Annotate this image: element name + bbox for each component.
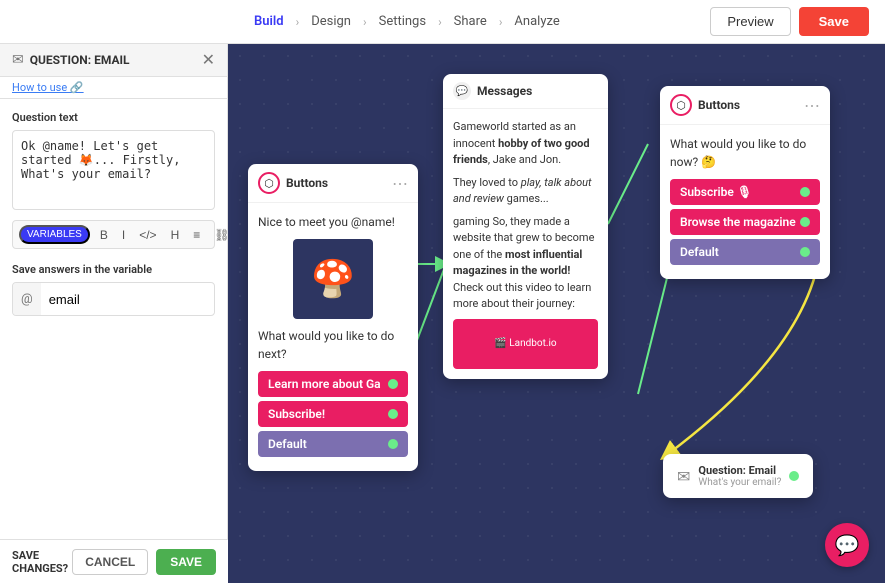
save-nav-button[interactable]: Save (799, 7, 869, 36)
buttons-card-2-btn-1[interactable]: Subscribe 🎙 (670, 179, 820, 205)
buttons-card-2-btn-3-dot (800, 247, 810, 257)
buttons-card-1-btn-3-dot (388, 439, 398, 449)
nav-step-share[interactable]: Share (446, 10, 495, 33)
question-textarea[interactable]: Ok @name! Let's get started 🦊... Firstly… (12, 130, 215, 210)
buttons-card-1-btn-2-label: Subscribe! (268, 407, 325, 421)
buttons-card-1-header-left: ⬡ Buttons (258, 172, 328, 194)
question-email-card-subtitle: What's your email? (698, 477, 781, 488)
buttons-card-2-btn-1-dot (800, 187, 810, 197)
left-panel: ✉ QUESTION: EMAIL ✕ How to use 🔗 Questio… (0, 44, 228, 583)
question-email-card-text: Question: Email What's your email? (698, 464, 781, 488)
nav-steps: Build › Design › Settings › Share › Anal… (16, 10, 702, 33)
buttons-card-2-menu-icon[interactable]: ⋯ (804, 96, 820, 115)
nav-chevron-3: › (438, 15, 442, 29)
buttons-card-1-menu-icon[interactable]: ⋯ (392, 174, 408, 193)
variable-at-symbol: @ (13, 283, 41, 315)
question-email-card-title: Question: Email (698, 464, 781, 477)
messages-card-body: Gameworld started as an innocent hobby o… (443, 109, 608, 379)
messages-card: 💬 Messages Gameworld started as an innoc… (443, 74, 608, 379)
buttons-card-2-btn-2-dot (800, 217, 810, 227)
bottom-actions: CANCEL SAVE (72, 549, 216, 575)
buttons-card-2-btn-3[interactable]: Default (670, 239, 820, 265)
heading-button[interactable]: H (167, 226, 184, 244)
link-button[interactable]: ⛓ (210, 226, 227, 244)
mario-image: 🍄 (293, 239, 373, 319)
buttons-card-2-icon: ⬡ (670, 94, 692, 116)
bottom-bar: SAVE CHANGES? CANCEL SAVE (0, 539, 228, 583)
nav-chevron-4: › (499, 15, 503, 29)
buttons-card-1-icon: ⬡ (258, 172, 280, 194)
buttons-card-2-btn-2-label: Browse the magazine (680, 215, 796, 229)
buttons-card-1-btn-2-dot (388, 409, 398, 419)
landbot-logo: 🎬 Landbot.io (494, 338, 556, 349)
messages-card-video-thumb[interactable]: 🎬 Landbot.io (453, 319, 598, 369)
nav-actions: Preview Save (710, 7, 869, 36)
buttons-card-1-header: ⬡ Buttons ⋯ (248, 164, 418, 203)
messages-card-text-3: gaming So, they made a website that grew… (453, 214, 598, 313)
nav-step-analyze[interactable]: Analyze (506, 10, 567, 33)
buttons-card-2-btn-1-label: Subscribe 🎙 (680, 185, 752, 199)
cancel-button[interactable]: CANCEL (72, 549, 148, 575)
variable-name-input[interactable] (41, 286, 215, 313)
how-to-link[interactable]: How to use 🔗 (0, 77, 227, 99)
buttons-card-2-header-left: ⬡ Buttons (670, 94, 740, 116)
messages-card-header: 💬 Messages (443, 74, 608, 109)
messages-card-text-2: They loved to play, talk about and revie… (453, 175, 598, 208)
messages-card-header-left: 💬 Messages (453, 82, 532, 100)
toolbar-row: VARIABLES B I </> H ≡ ⛓ ❝ (12, 220, 215, 249)
bold-button[interactable]: B (96, 226, 112, 244)
variables-button[interactable]: VARIABLES (19, 225, 90, 244)
buttons-card-1-btn-3[interactable]: Default (258, 431, 408, 457)
buttons-card-1-greeting: Nice to meet you @name! (258, 213, 408, 231)
buttons-card-1-title: Buttons (286, 176, 328, 190)
code-button[interactable]: </> (135, 226, 160, 244)
buttons-card-2-header: ⬡ Buttons ⋯ (660, 86, 830, 125)
buttons-card-1-btn-1[interactable]: Learn more about Ga (258, 371, 408, 397)
nav-step-build[interactable]: Build (246, 10, 292, 33)
panel-body: Question text Ok @name! Let's get starte… (0, 99, 227, 583)
save-button[interactable]: SAVE (156, 549, 216, 575)
panel-header: ✉ QUESTION: EMAIL ✕ (0, 44, 227, 77)
buttons-card-2-btn-3-label: Default (680, 245, 719, 259)
buttons-card-2-title: Buttons (698, 98, 740, 112)
variable-input-row: @ A (12, 282, 215, 316)
question-email-card: ✉ Question: Email What's your email? (663, 454, 813, 498)
list-button[interactable]: ≡ (189, 226, 204, 244)
save-answers-label: Save answers in the variable (12, 263, 215, 276)
close-icon[interactable]: ✕ (202, 52, 215, 68)
chat-bubble-icon: 💬 (835, 533, 860, 557)
messages-card-icon: 💬 (453, 82, 471, 100)
buttons-card-1: ⬡ Buttons ⋯ Nice to meet you @name! 🍄 Wh… (248, 164, 418, 471)
buttons-card-2-body: What would you like to do now? 🤔 Subscri… (660, 125, 830, 279)
nav-chevron-1: › (296, 15, 300, 29)
buttons-card-2-btn-2[interactable]: Browse the magazine (670, 209, 820, 235)
nav-chevron-2: › (363, 15, 367, 29)
canvas: ⬡ Buttons ⋯ Nice to meet you @name! 🍄 Wh… (228, 44, 885, 583)
buttons-card-1-body: Nice to meet you @name! 🍄 What would you… (248, 203, 418, 471)
chat-bubble-button[interactable]: 💬 (825, 523, 869, 567)
top-nav: Build › Design › Settings › Share › Anal… (0, 0, 885, 44)
question-text-label: Question text (12, 111, 215, 124)
italic-button[interactable]: I (118, 226, 129, 244)
buttons-card-2-question: What would you like to do now? 🤔 (670, 135, 820, 171)
buttons-card-1-btn-3-label: Default (268, 437, 307, 451)
question-email-card-dot (789, 471, 799, 481)
panel-title-row: ✉ QUESTION: EMAIL (12, 52, 130, 68)
question-email-card-icon: ✉ (677, 467, 690, 486)
buttons-card-1-btn-1-label: Learn more about Ga (268, 377, 381, 391)
nav-step-design[interactable]: Design (303, 10, 359, 33)
save-changes-label: SAVE CHANGES? (12, 549, 72, 575)
buttons-card-2: ⬡ Buttons ⋯ What would you like to do no… (660, 86, 830, 279)
panel-title: QUESTION: EMAIL (30, 53, 130, 67)
preview-button[interactable]: Preview (710, 7, 790, 36)
buttons-card-1-question: What would you like to do next? (258, 327, 408, 363)
buttons-card-1-btn-2[interactable]: Subscribe! (258, 401, 408, 427)
nav-step-settings[interactable]: Settings (371, 10, 434, 33)
messages-card-text-1: Gameworld started as an innocent hobby o… (453, 119, 598, 169)
messages-card-title: Messages (477, 84, 532, 98)
buttons-card-1-btn-1-dot (388, 379, 398, 389)
